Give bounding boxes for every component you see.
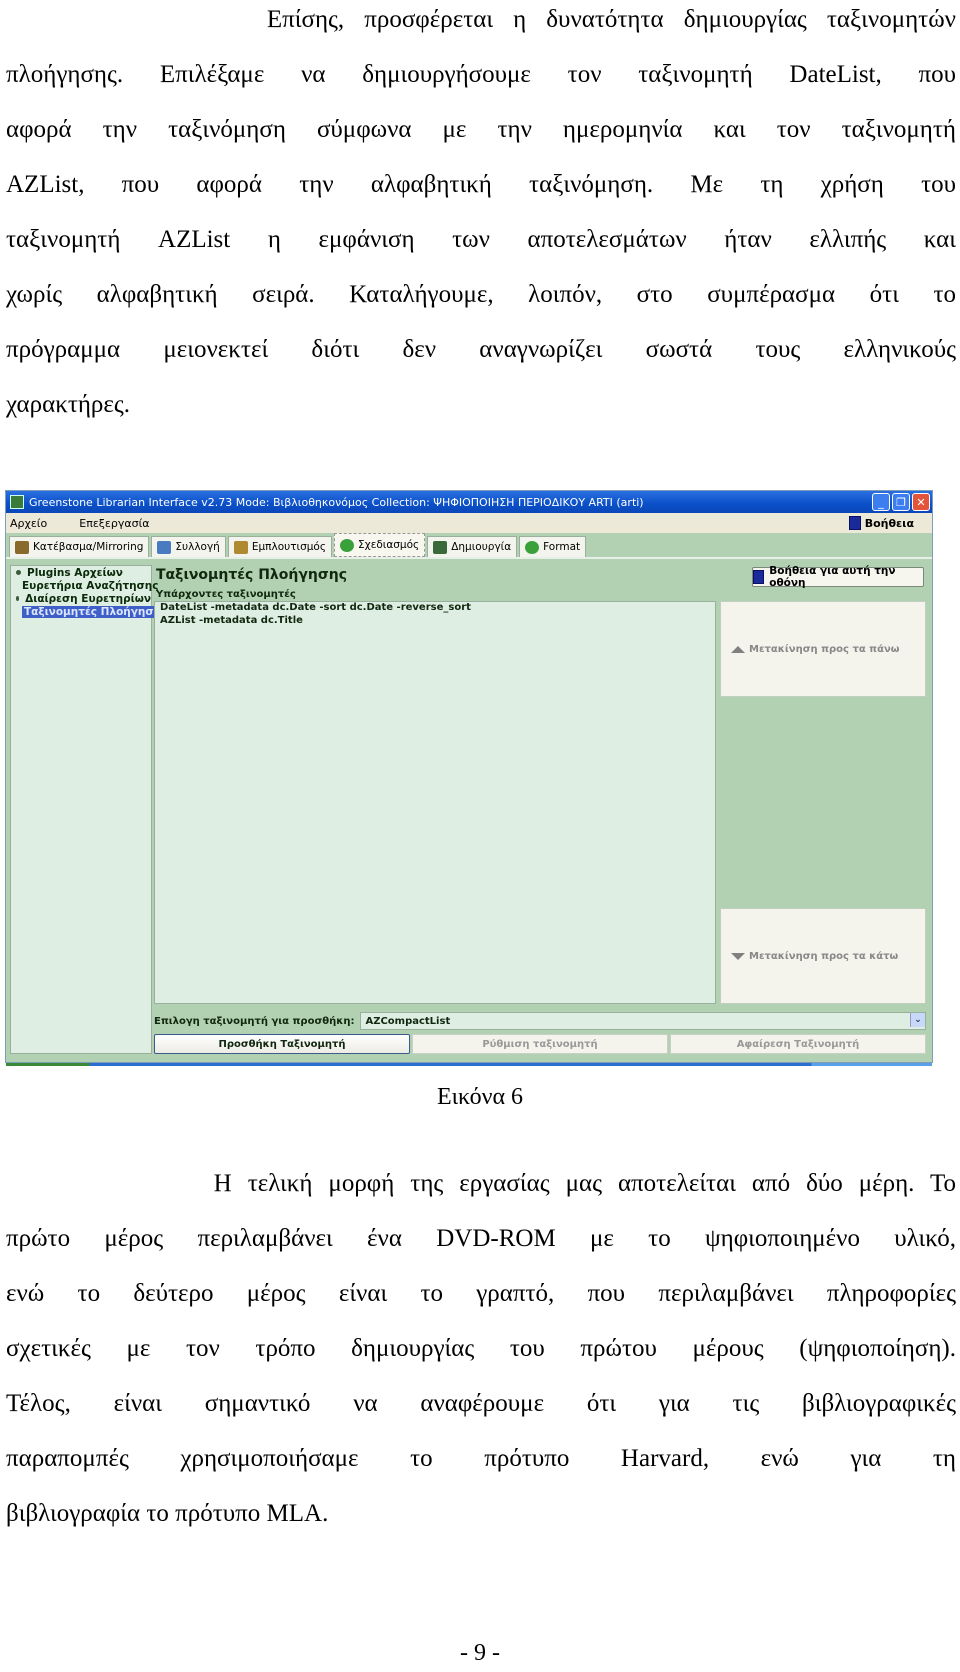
sidebar-item-search-indexes[interactable]: Ευρετήρια Αναζήτησης [11, 579, 159, 592]
bullet-icon [16, 570, 21, 575]
select-classifier-label: Επιλογη ταξινομητή για προσθήκη: [154, 1015, 355, 1027]
tab-bar: Κατέβασμα/Mirroring Συλλογή Εμπλουτισμός… [6, 533, 932, 559]
text-line: Η τελική μορφή της εργασίας μας αποτελεί… [6, 1170, 956, 1197]
menu-help-label: Βοήθεια [864, 516, 914, 530]
text-line: Τέλος, είναι σημαντικό να αναφέρουμε ότι… [6, 1390, 956, 1417]
text-line: σχετικές με τον τρόπο δημιουργίας του πρ… [6, 1335, 956, 1362]
design-sidebar: Plugins Αρχείων Ευρετήρια Αναζήτησης Δια… [10, 565, 170, 1054]
menu-edit[interactable]: Επεξεργασία [79, 517, 149, 530]
add-classifier-button[interactable]: Προσθήκη Ταξινομητή [154, 1034, 410, 1054]
figure-caption: Εικόνα 6 [436, 1084, 524, 1110]
sidebar-item-plugins[interactable]: Plugins Αρχείων [11, 566, 151, 579]
tab-create[interactable]: Δημιουργία [427, 536, 518, 557]
minimize-button[interactable]: _ [872, 493, 890, 511]
text-line: χωρίς αλφαβητική σειρά. Καταλήγουμε, λοι… [6, 281, 956, 308]
remove-classifier-button[interactable]: Αφαίρεση Ταξινομητή [670, 1034, 926, 1054]
gear-icon [525, 540, 540, 554]
move-up-label: Μετακίνηση προς τα πάνω [749, 643, 900, 655]
panel-title: Ταξινομητές Πλοήγησης [156, 567, 348, 583]
existing-classifiers-label: Υπάρχοντες ταξινομητές [156, 589, 296, 600]
configure-classifier-button[interactable]: Ρύθμιση ταξινομητή [412, 1034, 668, 1054]
list-item[interactable]: AZList -metadata dc.Title [155, 615, 715, 628]
page-number: - 9 - [460, 1640, 500, 1666]
menu-help[interactable]: Βοήθεια [848, 516, 914, 530]
chevron-down-icon[interactable]: ⌄ [910, 1013, 925, 1027]
tab-label: Format [543, 541, 581, 553]
help-book-icon [753, 570, 765, 584]
text-line: πρόγραμμα μειονεκτεί διότι δεν αναγνωρίζ… [6, 336, 956, 363]
taskbar-strip [6, 1063, 932, 1066]
tab-gather[interactable]: Συλλογή [151, 536, 226, 557]
build-icon [433, 540, 448, 554]
arrow-up-icon [731, 645, 745, 653]
tab-label: Δημιουργία [451, 541, 512, 553]
list-item[interactable]: DateList -metadata dc.Date -sort dc.Date… [155, 602, 715, 615]
help-book-icon [848, 516, 861, 530]
menu-bar: Αρχείο Επεξεργασία Βοήθεια [6, 513, 932, 533]
sidebar-item-partition-indexes[interactable]: Διαίρεση Ευρετηρίων [11, 592, 151, 605]
classifiers-list[interactable]: DateList -metadata dc.Date -sort dc.Date… [154, 601, 716, 1004]
sidebar-item-browsing-classifiers[interactable]: Ταξινομητές Πλοήγησης [11, 605, 170, 618]
classifier-select[interactable]: AZCompactList ⌄ [360, 1012, 926, 1030]
text-line: αφορά την ταξινόμηση σύμφωνα με την ημερ… [6, 116, 956, 143]
action-buttons: Προσθήκη Ταξινομητή Ρύθμιση ταξινομητή Α… [154, 1034, 926, 1054]
classifier-select-value: AZCompactList [365, 1015, 451, 1027]
text-line: Επίσης, προσφέρεται η δυνατότητα δημιουρ… [6, 6, 956, 33]
paragraph-2: Η τελική μορφή της εργασίας μας αποτελεί… [6, 1156, 956, 1541]
window-title: Greenstone Librarian Interface v2.73 Mod… [29, 495, 644, 509]
tab-enrich[interactable]: Εμπλουτισμός [227, 536, 332, 557]
text-line: πλοήγησης. Επιλέξαμε να δημιουργήσουμε τ… [6, 61, 956, 88]
move-up-button[interactable]: Μετακίνηση προς τα πάνω [720, 601, 926, 697]
text-line: βιβλιογραφία το πρότυπο MLA. [6, 1500, 329, 1527]
tab-download[interactable]: Κατέβασμα/Mirroring [9, 536, 150, 557]
paragraph-1: Επίσης, προσφέρεται η δυνατότητα δημιουρ… [6, 0, 956, 432]
title-bar: Greenstone Librarian Interface v2.73 Mod… [6, 491, 932, 513]
text-line: AZList, που αφορά την αλφαβητική ταξινόμ… [6, 171, 956, 198]
menu-file[interactable]: Αρχείο [10, 517, 47, 530]
text-line: ταξινομητή AZList η εμφάνιση των αποτελε… [6, 226, 956, 253]
tab-label: Εμπλουτισμός [251, 541, 326, 553]
move-down-button[interactable]: Μετακίνηση προς τα κάτω [720, 908, 926, 1004]
restore-button[interactable]: ❐ [892, 493, 910, 511]
enrich-icon [233, 540, 248, 554]
collection-icon [157, 540, 172, 554]
close-button[interactable]: ✕ [912, 493, 930, 511]
bullet-icon [16, 596, 20, 601]
text-line: χαρακτήρες. [6, 391, 131, 418]
download-icon [15, 540, 29, 554]
window-body: Plugins Αρχείων Ευρετήρια Αναζήτησης Δια… [6, 561, 932, 1062]
tab-design[interactable]: Σχεδιασμός [334, 533, 426, 557]
tab-label: Συλλογή [175, 541, 220, 553]
move-down-label: Μετακίνηση προς τα κάτω [749, 950, 899, 962]
move-buttons-panel: Μετακίνηση προς τα πάνω Μετακίνηση προς … [720, 601, 926, 1004]
app-icon [10, 495, 24, 509]
text-line: ενώ το δεύτερο μέρος είναι το γραπτό, πο… [6, 1280, 956, 1307]
gear-icon [340, 538, 354, 552]
tab-label: Σχεδιασμός [358, 539, 420, 551]
classifier-select-row: Επιλογη ταξινομητή για προσθήκη: AZCompa… [154, 1012, 926, 1030]
text-line: παραπομπές χρησιμοποιήσαμε το πρότυπο Ha… [6, 1445, 956, 1472]
greenstone-window: Greenstone Librarian Interface v2.73 Mod… [5, 490, 933, 1066]
screen-help-button[interactable]: Βοήθεια για αυτή την οθόνη [752, 565, 924, 589]
arrow-down-icon [731, 952, 745, 960]
text-line: πρώτο μέρος περιλαμβάνει ένα DVD-ROM με … [6, 1225, 956, 1252]
tab-format[interactable]: Format [519, 536, 587, 557]
tab-label: Κατέβασμα/Mirroring [33, 541, 144, 553]
classifiers-panel: Ταξινομητές Πλοήγησης Βοήθεια για αυτή τ… [154, 561, 932, 1062]
screen-help-label: Βοήθεια για αυτή την οθόνη [769, 565, 896, 589]
